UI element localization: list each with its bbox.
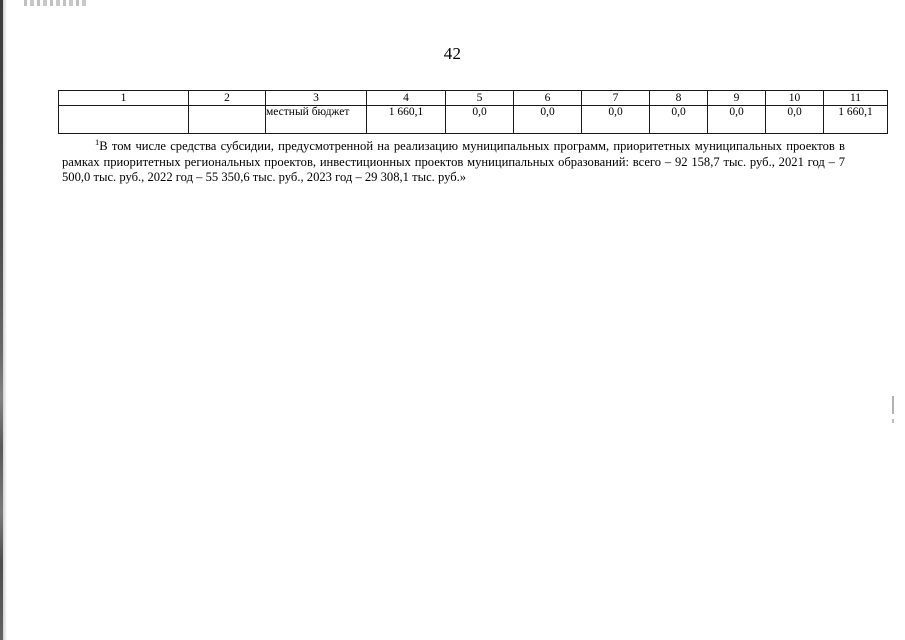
table-cell: 0,0 [765, 105, 824, 134]
column-header: 5 [445, 90, 514, 106]
column-header: 4 [366, 90, 446, 106]
column-header: 3 [265, 90, 367, 106]
scan-top-text-remnant [24, 0, 86, 6]
column-header: 1 [58, 90, 189, 106]
footnote-text: В том числе средства субсидии, предусмот… [62, 139, 845, 185]
column-header: 2 [188, 90, 266, 106]
column-header: 11 [823, 90, 888, 106]
table-header-row: 1 2 3 4 5 6 7 8 9 10 11 [58, 90, 888, 106]
table-cell [188, 105, 266, 134]
footnote: 1В том числе средства субсидии, предусмо… [62, 138, 845, 186]
table-cell: 0,0 [649, 105, 708, 134]
table-cell: 0,0 [445, 105, 514, 134]
table-cell-budget-label: местный бюджет [265, 105, 367, 134]
table-cell [58, 105, 189, 134]
budget-table: 1 2 3 4 5 6 7 8 9 10 11 местный бюджет 1… [58, 90, 888, 134]
column-header: 7 [581, 90, 650, 106]
table-cell: 0,0 [581, 105, 650, 134]
table-cell: 0,0 [707, 105, 766, 134]
column-header: 6 [513, 90, 582, 106]
page-number: 42 [443, 44, 462, 63]
table-cell: 1 660,1 [823, 105, 888, 134]
scan-left-edge-fade [3, 0, 7, 640]
column-header: 10 [765, 90, 824, 106]
table-cell: 1 660,1 [366, 105, 446, 134]
scan-right-margin-mark-small [892, 419, 894, 423]
column-header: 9 [707, 90, 766, 106]
scan-right-margin-mark [892, 396, 894, 414]
table-row: местный бюджет 1 660,1 0,0 0,0 0,0 0,0 0… [58, 105, 888, 134]
table-cell: 0,0 [513, 105, 582, 134]
footnote-paragraph: 1В том числе средства субсидии, предусмо… [62, 138, 845, 186]
column-header: 8 [649, 90, 708, 106]
